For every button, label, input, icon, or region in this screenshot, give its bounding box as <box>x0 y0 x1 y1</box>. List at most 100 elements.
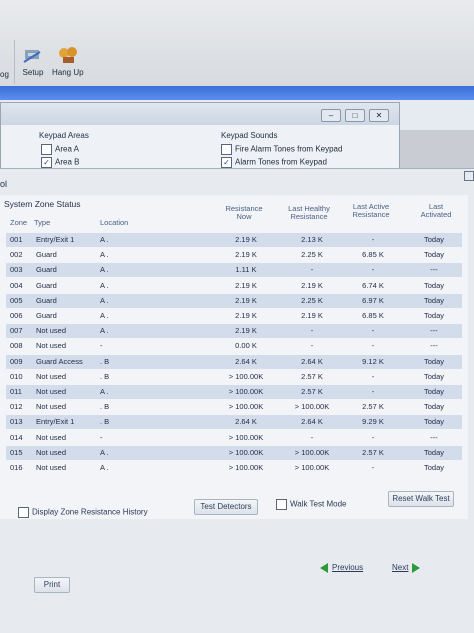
location-cell: . B <box>100 356 110 366</box>
location-cell: A . <box>100 463 109 472</box>
alarm-tones-checkbox-row[interactable]: ✓ Alarm Tones from Keypad <box>221 157 327 168</box>
last-activated-cell: --- <box>430 326 438 336</box>
type-cell: Guard Access <box>36 356 83 366</box>
table-row: 013 Entry/Exit 1 . B 2.64 K 2.64 K 9.29 K Toda… <box>6 415 462 430</box>
resistance-now-cell: 2.19 K <box>235 311 257 320</box>
zone-cell: 016 <box>10 463 23 472</box>
display-history-label: Display Zone Resistance History <box>32 507 148 517</box>
type-cell: Entry/Exit 1 <box>36 235 75 244</box>
last-activated-cell: Today <box>423 447 444 457</box>
last-active-cell: - <box>371 326 375 336</box>
toolbar-fragment-label: og <box>0 70 9 79</box>
hang-up-button[interactable]: Hang Up <box>52 46 84 77</box>
location-cell: A . <box>100 387 109 396</box>
arrow-left-icon <box>320 563 328 573</box>
area-b-label: Area B <box>55 157 80 167</box>
last-active-cell: 2.57 K <box>362 402 384 412</box>
location-cell: A . <box>100 280 109 290</box>
type-cell: Not used <box>36 387 67 396</box>
location-cell: . B <box>100 417 110 427</box>
keypad-sounds-title: Keypad Sounds <box>221 131 278 140</box>
alarm-tones-checkbox[interactable]: ✓ <box>221 157 232 168</box>
close-icon: ✕ <box>375 111 383 120</box>
type-cell: Not used <box>36 371 67 381</box>
keypad-areas-title: Keypad Areas <box>39 131 89 140</box>
type-cell: Guard <box>36 295 57 305</box>
last-active-cell: - <box>371 387 375 396</box>
area-a-checkbox[interactable] <box>41 144 52 155</box>
area-b-checkbox-row[interactable]: ✓ Area B <box>41 157 79 168</box>
last-activated-cell: Today <box>423 311 444 320</box>
last-healthy-cell: > 100.00K <box>294 463 330 472</box>
table-row: 005 Guard A . 2.19 K 2.25 K 6.97 K Today <box>6 293 462 308</box>
minimize-button[interactable]: – <box>321 109 341 122</box>
last-healthy-cell: 2.25 K <box>301 295 323 305</box>
zone-cell: 009 <box>10 356 23 366</box>
fire-tones-checkbox[interactable] <box>221 144 232 155</box>
location-cell: A . <box>100 295 109 305</box>
header-location: Location <box>100 218 129 227</box>
last-healthy-cell: 2.19 K <box>301 280 323 290</box>
window-restore-icon[interactable] <box>464 171 474 181</box>
title-bar-band <box>0 86 474 100</box>
resistance-now-cell: > 100.00K <box>228 371 264 381</box>
previous-button[interactable]: Previous <box>320 563 363 573</box>
last-healthy-cell: 2.13 K <box>301 235 323 244</box>
zone-cell: 005 <box>10 295 23 305</box>
last-active-cell: - <box>371 341 375 351</box>
last-healthy-cell: - <box>310 341 314 351</box>
next-label: Next <box>392 563 409 573</box>
last-healthy-cell: - <box>310 432 314 442</box>
print-button[interactable]: Print <box>34 577 70 593</box>
resistance-now-cell: 2.64 K <box>235 356 257 366</box>
zone-cell: 014 <box>10 432 23 442</box>
reset-walk-test-button[interactable]: Reset Walk Test <box>388 491 454 507</box>
location-cell: A . <box>100 265 109 275</box>
location-cell: A . <box>100 235 109 244</box>
next-button[interactable]: Next <box>392 563 421 573</box>
type-cell: Guard <box>36 311 57 320</box>
table-row: 014 Not used - > 100.00K - - --- <box>6 431 462 445</box>
type-cell: Entry/Exit 1 <box>36 417 75 427</box>
area-a-checkbox-row[interactable]: Area A <box>41 144 79 155</box>
display-history-checkbox-row[interactable]: Display Zone Resistance History <box>18 507 148 518</box>
checkmark-icon: ✓ <box>43 158 50 167</box>
area-b-checkbox[interactable]: ✓ <box>41 157 52 168</box>
table-row: 006 Guard A . 2.19 K 2.19 K 6.85 K Today <box>6 309 462 323</box>
resistance-now-cell: 2.19 K <box>235 280 257 290</box>
arrow-right-icon <box>412 563 421 573</box>
fire-tones-label: Fire Alarm Tones from Keypad <box>235 144 343 154</box>
zone-cell: 011 <box>10 387 22 396</box>
setup-button[interactable]: Setup <box>22 46 44 77</box>
walk-test-mode-checkbox[interactable] <box>276 499 287 510</box>
table-row: 011 Not used A . > 100.00K 2.57 K - Today <box>6 385 462 399</box>
hang-up-label: Hang Up <box>52 68 84 77</box>
maximize-button[interactable]: □ <box>345 109 365 122</box>
resistance-now-cell: > 100.00K <box>228 447 264 457</box>
last-active-cell: - <box>371 235 375 244</box>
header-type: Type <box>34 218 51 227</box>
table-row: 003 Guard A . 1.11 K - - --- <box>6 263 462 278</box>
close-button[interactable]: ✕ <box>369 109 389 122</box>
last-healthy-cell: 2.57 K <box>301 371 323 381</box>
header-last-active: Last Active Resistance <box>352 202 390 219</box>
table-row: 016 Not used A . > 100.00K > 100.00K - Today <box>6 461 462 475</box>
last-activated-cell: Today <box>423 417 444 427</box>
display-history-checkbox[interactable] <box>18 507 29 518</box>
resistance-now-cell: > 100.00K <box>228 463 264 472</box>
location-cell: A . <box>100 326 109 336</box>
last-active-cell: 9.12 K <box>362 356 384 366</box>
test-detectors-button[interactable]: Test Detectors <box>194 499 258 515</box>
maximize-icon: □ <box>352 111 358 120</box>
walk-test-mode-checkbox-row[interactable]: Walk Test Mode <box>276 499 346 510</box>
last-activated-cell: Today <box>423 250 444 260</box>
walk-test-mode-label: Walk Test Mode <box>290 499 347 509</box>
resistance-now-cell: 0.00 K <box>235 341 257 351</box>
last-active-cell: 6.97 K <box>362 295 384 305</box>
zone-cell: 003 <box>10 265 23 275</box>
resistance-now-cell: 2.19 K <box>235 295 257 305</box>
last-active-cell: 6.85 K <box>362 250 384 260</box>
last-activated-cell: Today <box>423 280 444 290</box>
last-activated-cell: Today <box>423 235 444 244</box>
fire-tones-checkbox-row[interactable]: Fire Alarm Tones from Keypad <box>221 144 342 155</box>
